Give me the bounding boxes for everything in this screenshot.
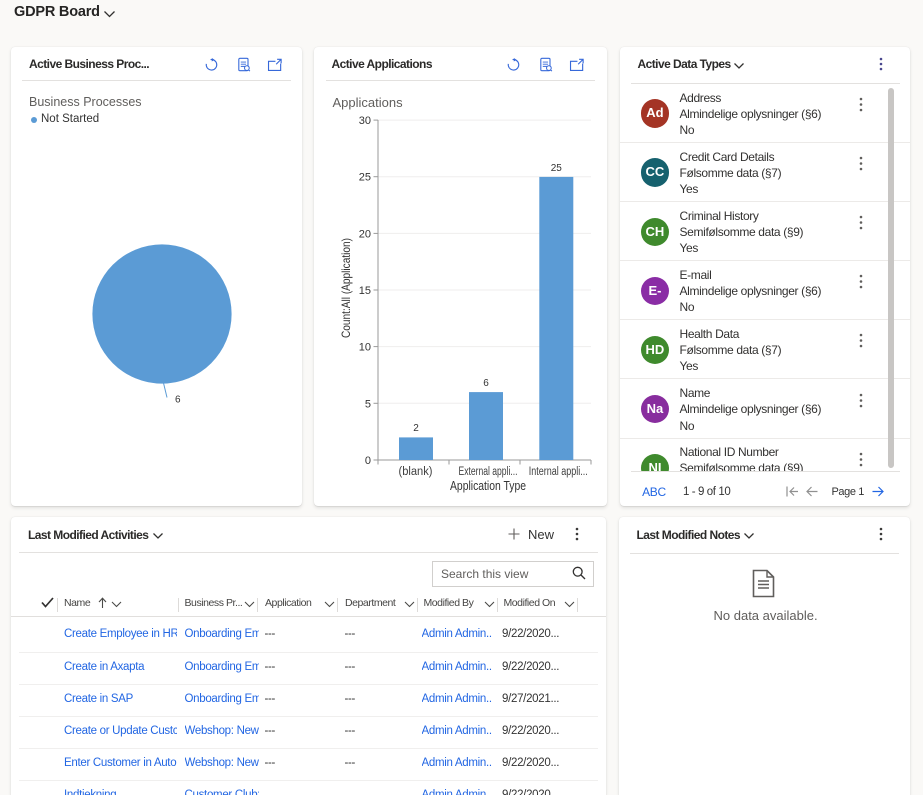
svg-text:20: 20	[358, 228, 370, 240]
svg-text:6: 6	[175, 395, 181, 406]
svg-text:25: 25	[358, 172, 370, 184]
svg-text:25: 25	[550, 163, 562, 174]
svg-text:10: 10	[358, 342, 370, 354]
svg-text:Application Type: Application Type	[450, 479, 526, 493]
svg-text:Internal appli...: Internal appli...	[528, 466, 587, 478]
svg-text:0: 0	[364, 455, 370, 467]
svg-text:6: 6	[483, 378, 489, 389]
svg-text:2: 2	[413, 423, 419, 434]
svg-text:Count:All (Application): Count:All (Application)	[339, 238, 353, 338]
svg-text:15: 15	[358, 285, 370, 297]
svg-text:(blank): (blank)	[398, 466, 432, 478]
svg-text:5: 5	[364, 398, 370, 410]
svg-text:External appli...: External appli...	[458, 466, 517, 478]
svg-text:30: 30	[358, 115, 370, 127]
